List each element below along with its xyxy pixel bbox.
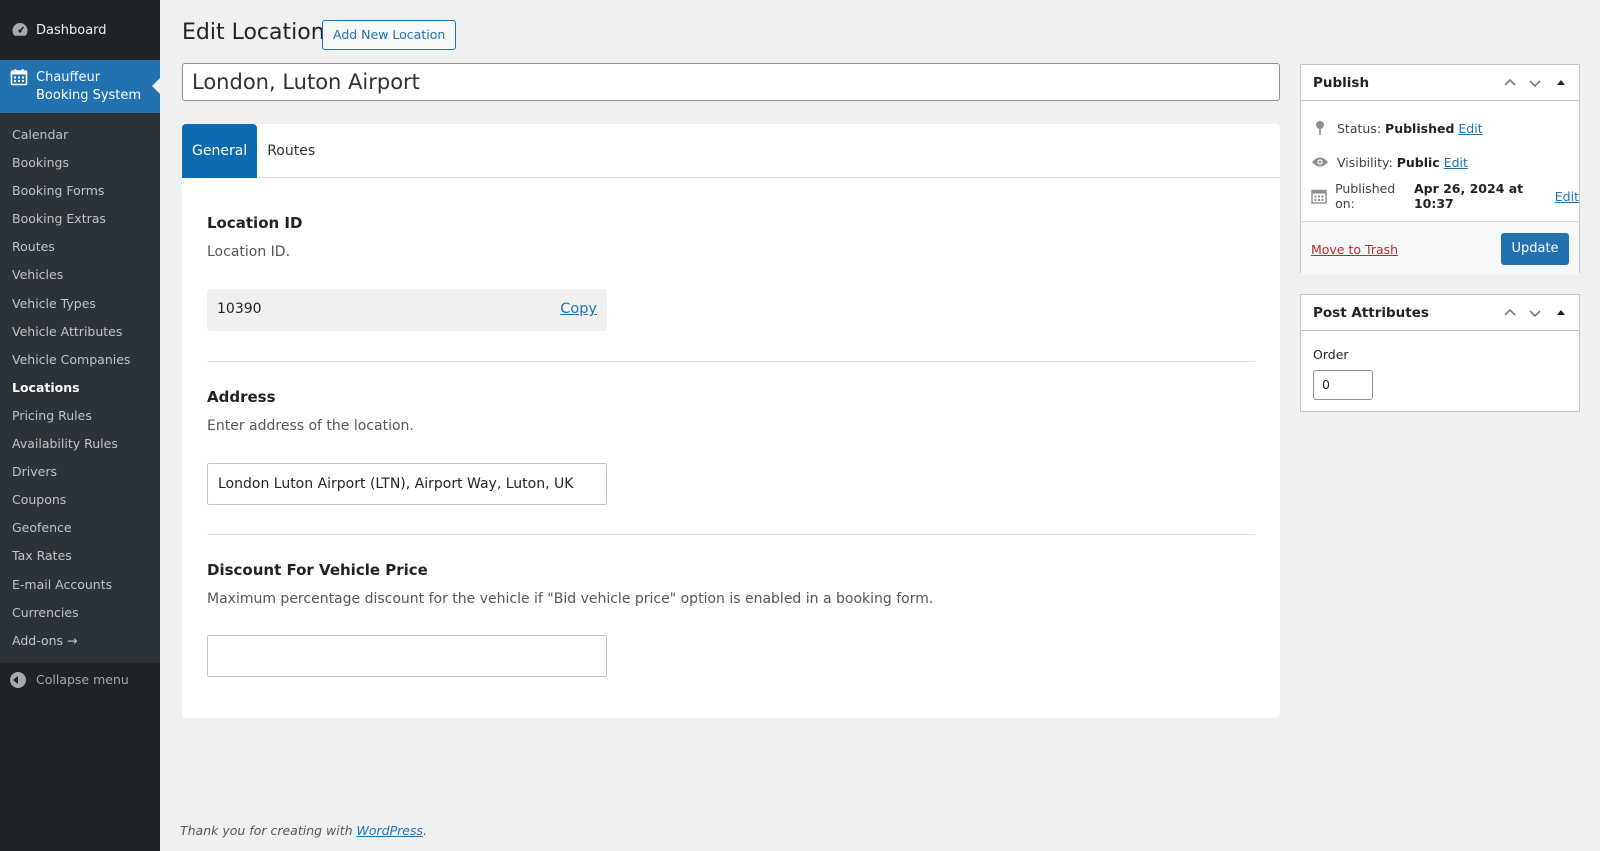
sidebar-item-coupons[interactable]: Coupons [0, 486, 160, 514]
sidebar-item-geofence[interactable]: Geofence [0, 514, 160, 542]
status-label: Status: [1337, 120, 1382, 136]
discount-title: Discount For Vehicle Price [207, 561, 428, 579]
tab-general[interactable]: General [182, 124, 258, 178]
sidebar-item-booking-extras[interactable]: Booking Extras [0, 205, 160, 233]
calendar-icon [1311, 187, 1327, 205]
edit-status-link[interactable]: Edit [1458, 121, 1482, 136]
publish-date-row: Published on: Apr 26, 2024 at 10:37 Edit [1301, 179, 1579, 213]
edit-date-link[interactable]: Edit [1555, 189, 1579, 204]
sidebar-item-bookings[interactable]: Bookings [0, 149, 160, 177]
sidebar-item-booking-forms[interactable]: Booking Forms [0, 177, 160, 205]
collapse-menu-label: Collapse menu [36, 672, 129, 688]
publish-box: Publish Status: Published Edit Visibilit… [1300, 64, 1580, 275]
footer-text: Thank you for creating with WordPress. [180, 823, 427, 838]
calendar-icon [10, 68, 30, 88]
main-content: Edit Location Add New Location London, L… [160, 0, 1600, 851]
sidebar-item-vehicle-types[interactable]: Vehicle Types [0, 290, 160, 318]
sidebar-item-chauffeur-booking-system[interactable]: Chauffeur Booking System [0, 60, 160, 113]
sidebar-item-label: Chauffeur Booking System [36, 69, 141, 105]
footer-suffix: . [423, 823, 427, 838]
sidebar-item-tax-rates[interactable]: Tax Rates [0, 542, 160, 570]
sidebar-item-vehicle-companies[interactable]: Vehicle Companies [0, 346, 160, 374]
move-down-icon[interactable] [1528, 76, 1542, 90]
sidebar-item-availability-rules[interactable]: Availability Rules [0, 430, 160, 458]
published-label: Published on: [1335, 181, 1396, 211]
move-down-icon[interactable] [1528, 306, 1542, 320]
visibility-value: Public [1396, 154, 1440, 170]
address-input[interactable]: London Luton Airport (LTN), Airport Way,… [207, 463, 607, 505]
sidebar-item-add-ons[interactable]: Add-ons → [0, 627, 160, 655]
copy-link[interactable]: Copy [560, 301, 597, 317]
collapse-menu-button[interactable]: Collapse menu [0, 663, 160, 697]
section-divider [207, 361, 1255, 362]
status-value: Published [1385, 120, 1455, 136]
location-id-title: Location ID [207, 214, 303, 232]
sidebar-item-pricing-rules[interactable]: Pricing Rules [0, 402, 160, 430]
address-section: Address Enter address of the location. [207, 388, 1255, 434]
post-title-input[interactable]: London, Luton Airport [182, 63, 1280, 101]
post-attributes-title: Post Attributes [1313, 305, 1429, 321]
publish-box-title: Publish [1313, 75, 1370, 91]
sidebar-item-label: Dashboard [36, 22, 107, 38]
address-title: Address [207, 388, 276, 406]
dashboard-icon [10, 20, 30, 40]
admin-sidebar: Dashboard Chauffeur Booking System Calen… [0, 0, 160, 851]
sidebar-item-dashboard[interactable]: Dashboard [0, 0, 160, 60]
sidebar-item-locations[interactable]: Locations [0, 374, 160, 402]
publish-actions: Move to Trash Update [1301, 221, 1579, 275]
plugin-submenu: Calendar Bookings Booking Forms Booking … [0, 113, 160, 663]
toggle-panel-icon[interactable] [1554, 76, 1568, 90]
visibility-label: Visibility: [1337, 154, 1393, 170]
address-description: Enter address of the location. [207, 418, 414, 434]
plugin-label-line1: Chauffeur [36, 70, 101, 85]
location-id-box: 10390 Copy [207, 289, 607, 331]
eye-icon [1311, 153, 1329, 171]
publish-visibility-row: Visibility: Public Edit [1301, 145, 1579, 179]
publish-box-header: Publish [1301, 65, 1579, 101]
move-up-icon[interactable] [1503, 306, 1517, 320]
sidebar-item-currencies[interactable]: Currencies [0, 599, 160, 627]
discount-description: Maximum percentage discount for the vehi… [207, 591, 934, 607]
wordpress-link[interactable]: WordPress [357, 823, 423, 838]
post-attributes-box: Post Attributes Order 0 [1300, 294, 1580, 412]
pin-icon [1311, 119, 1329, 137]
move-to-trash-link[interactable]: Move to Trash [1311, 242, 1398, 257]
sidebar-item-routes[interactable]: Routes [0, 233, 160, 261]
published-value: Apr 26, 2024 at 10:37 [1413, 181, 1524, 211]
sidebar-item-calendar[interactable]: Calendar [0, 121, 160, 149]
section-divider [207, 534, 1255, 535]
collapse-arrow-icon [10, 671, 26, 688]
sidebar-item-drivers[interactable]: Drivers [0, 458, 160, 486]
toggle-panel-icon[interactable] [1554, 306, 1568, 320]
location-id-section: Location ID Location ID. [207, 214, 1255, 260]
page-title: Edit Location [182, 20, 325, 45]
order-input[interactable]: 0 [1313, 370, 1373, 400]
tab-routes[interactable]: Routes [257, 124, 325, 178]
edit-visibility-link[interactable]: Edit [1444, 155, 1468, 170]
sidebar-item-vehicles[interactable]: Vehicles [0, 261, 160, 289]
order-label: Order [1313, 347, 1349, 362]
update-button[interactable]: Update [1501, 233, 1569, 265]
add-new-location-button[interactable]: Add New Location [322, 20, 457, 50]
post-attributes-header: Post Attributes [1301, 295, 1579, 331]
discount-input[interactable] [207, 635, 607, 677]
footer-thanks: Thank you for creating with [180, 823, 357, 838]
discount-section: Discount For Vehicle Price Maximum perce… [207, 561, 1255, 607]
publish-status-row: Status: Published Edit [1301, 111, 1579, 145]
settings-tabs: General Routes [182, 124, 1280, 178]
location-id-description: Location ID. [207, 244, 291, 260]
location-id-value: 10390 [217, 301, 262, 317]
plugin-label-line2: Booking System [36, 88, 142, 103]
move-up-icon[interactable] [1503, 76, 1517, 90]
sidebar-item-vehicle-attributes[interactable]: Vehicle Attributes [0, 318, 160, 346]
location-settings-card: General Routes Location ID Location ID. … [182, 124, 1280, 718]
sidebar-item-email-accounts[interactable]: E-mail Accounts [0, 571, 160, 599]
